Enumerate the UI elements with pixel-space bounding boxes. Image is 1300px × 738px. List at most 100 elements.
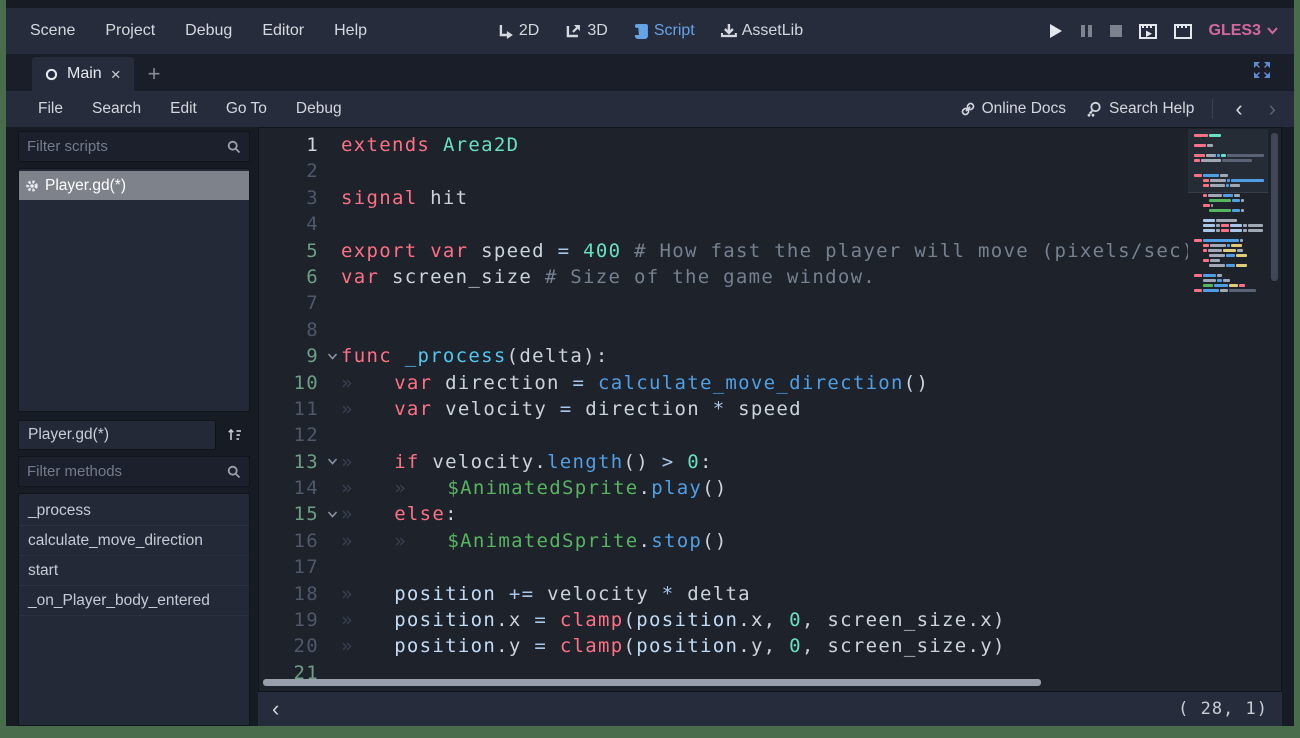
pause-button[interactable]	[1080, 24, 1093, 38]
method-item-calculate-move-direction[interactable]: calculate_move_direction	[19, 526, 249, 556]
workspace-tab-script[interactable]: Script	[634, 22, 695, 40]
code-text	[341, 290, 1281, 316]
code-line[interactable]: 18»position += velocity * delta	[259, 581, 1281, 607]
workspace-tab-assetlib[interactable]: AssetLib	[721, 22, 803, 40]
play-scene-button[interactable]	[1139, 24, 1157, 39]
minimap-segment	[1209, 209, 1232, 212]
code-line[interactable]: 4	[259, 211, 1281, 237]
token-kw: clamp	[560, 609, 624, 631]
fold-icon[interactable]	[323, 501, 341, 527]
minimap-segment	[1201, 159, 1221, 162]
minimap-segment	[1217, 279, 1222, 282]
script-menu-file[interactable]: File	[38, 100, 63, 118]
fold-gutter	[323, 370, 341, 396]
fold-icon[interactable]	[323, 343, 341, 369]
line-number: 9	[259, 343, 323, 369]
code-line[interactable]: 3signal hit	[259, 185, 1281, 211]
code-line[interactable]: 1extends Area2D	[259, 132, 1281, 158]
minimap-row	[1194, 169, 1264, 172]
token-txt: (	[624, 635, 637, 657]
script-menu-search[interactable]: Search	[92, 100, 141, 118]
online-docs-button[interactable]: Online Docs	[960, 100, 1066, 118]
code-line[interactable]: 10»var direction = calculate_move_direct…	[259, 370, 1281, 396]
filter-scripts-input[interactable]	[27, 138, 227, 155]
token-txt: , screen_size.y)	[802, 635, 1006, 657]
play-button[interactable]	[1048, 23, 1063, 39]
script-menu-go-to[interactable]: Go To	[226, 100, 267, 118]
minimap-segment	[1237, 249, 1243, 252]
minimap-segment	[1209, 254, 1226, 257]
minimap-segment	[1206, 154, 1217, 157]
code-line[interactable]: 15»else:	[259, 501, 1281, 527]
token-fn: play	[651, 477, 702, 499]
minimap-row	[1194, 214, 1264, 217]
minimap-row	[1194, 279, 1264, 282]
history-back-button[interactable]: ‹	[1231, 98, 1246, 120]
menu-help[interactable]: Help	[334, 22, 367, 40]
fold-gutter	[323, 211, 341, 237]
code-line[interactable]: 13»if velocity.length() > 0:	[259, 449, 1281, 475]
vertical-scrollbar[interactable]	[1271, 133, 1278, 281]
code-line[interactable]: 14»»$AnimatedSprite.play()	[259, 475, 1281, 501]
scripts-sidebar: Player.gd(*) Player.gd(*) _processcalcul…	[18, 127, 250, 726]
distraction-free-icon[interactable]	[1252, 60, 1272, 80]
filter-methods-input[interactable]	[27, 463, 227, 480]
code-line[interactable]: 5export var speed = 400 # How fast the p…	[259, 238, 1281, 264]
stop-button[interactable]	[1110, 25, 1122, 37]
menu-editor[interactable]: Editor	[262, 22, 304, 40]
code-line[interactable]: 12	[259, 422, 1281, 448]
menu-scene[interactable]: Scene	[30, 22, 75, 40]
token-txt: delta	[674, 583, 750, 605]
menu-debug[interactable]: Debug	[185, 22, 232, 40]
workspace-tab-2d[interactable]: 2D	[497, 22, 539, 40]
sort-methods-button[interactable]	[220, 420, 250, 450]
menu-project[interactable]: Project	[105, 22, 155, 40]
method-item--on-player-body-entered[interactable]: _on_Player_body_entered	[19, 586, 249, 616]
code-line[interactable]: 9func _process(delta):	[259, 343, 1281, 369]
filter-methods-box	[18, 456, 250, 487]
collapse-panel-button[interactable]: ‹	[272, 698, 279, 720]
renderer-dropdown[interactable]: GLES3	[1209, 22, 1278, 40]
code-line[interactable]: 16»»$AnimatedSprite.stop()	[259, 528, 1281, 554]
minimap-segment	[1232, 199, 1240, 202]
minimap-segment	[1194, 174, 1202, 177]
token-txt: :	[445, 503, 458, 525]
code-line[interactable]: 17	[259, 554, 1281, 580]
token-kw: if	[394, 451, 419, 473]
tab-indent-marker: »	[341, 633, 394, 659]
script-menu-edit[interactable]: Edit	[170, 100, 197, 118]
code-line[interactable]: 19»position.x = clamp(position.x, 0, scr…	[259, 607, 1281, 633]
code-line[interactable]: 2	[259, 158, 1281, 184]
minimap-segment	[1226, 184, 1229, 187]
token-txt: .x	[496, 609, 534, 631]
search-help-button[interactable]: Search Help	[1086, 100, 1194, 118]
minimap[interactable]	[1188, 129, 1268, 690]
minimap-segment	[1221, 154, 1226, 157]
workspace-tab-3d[interactable]: 3D	[565, 22, 607, 40]
minimap-segment	[1209, 264, 1226, 267]
tab-main[interactable]: Main ×	[32, 57, 134, 91]
minimap-segment	[1210, 179, 1227, 182]
code-line[interactable]: 7	[259, 290, 1281, 316]
fold-icon[interactable]	[323, 449, 341, 475]
close-icon[interactable]: ×	[111, 66, 121, 83]
code-line[interactable]: 11»var velocity = direction * speed	[259, 396, 1281, 422]
minimap-row	[1194, 234, 1264, 237]
script-item-player-gd-[interactable]: Player.gd(*)	[19, 171, 249, 200]
script-editor-menubar: File Search Edit Go To Debug Online Docs Sear…	[6, 91, 1294, 127]
minimap-segment	[1194, 229, 1202, 232]
current-script-row: Player.gd(*)	[18, 420, 250, 450]
horizontal-scrollbar[interactable]	[263, 679, 1041, 686]
method-item-start[interactable]: start	[19, 556, 249, 586]
code-line[interactable]: 6var screen_size # Size of the game wind…	[259, 264, 1281, 290]
code-line[interactable]: 20»position.y = clamp(position.y, 0, scr…	[259, 633, 1281, 659]
code-text: »else:	[341, 501, 1281, 527]
minimap-segment	[1210, 184, 1225, 187]
add-tab-button[interactable]: +	[148, 61, 161, 91]
script-menu-debug[interactable]: Debug	[296, 100, 342, 118]
token-txt	[496, 583, 509, 605]
method-item--process[interactable]: _process	[19, 496, 249, 526]
code-editor[interactable]: 1extends Area2D23signal hit45export var …	[258, 127, 1282, 692]
play-custom-scene-button[interactable]	[1174, 24, 1192, 39]
code-line[interactable]: 8	[259, 317, 1281, 343]
